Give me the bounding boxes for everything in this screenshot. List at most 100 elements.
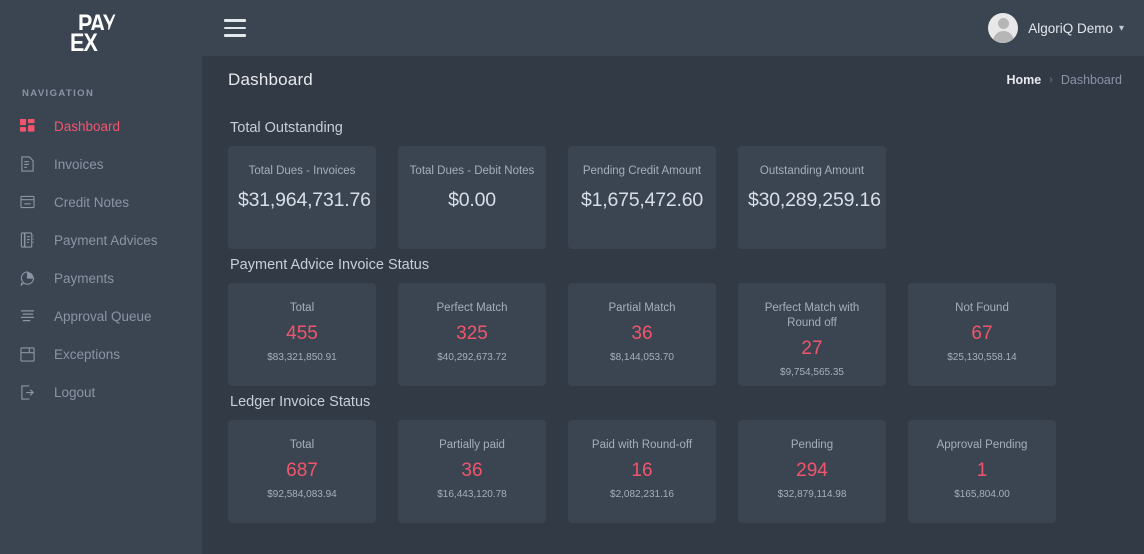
sidebar-item-label: Invoices xyxy=(54,157,104,172)
section-payment-advice-invoice-status: Payment Advice Invoice StatusTotal455$83… xyxy=(228,257,1122,386)
user-name: AlgoriQ Demo xyxy=(1028,21,1113,36)
stat-card-label: Not Found xyxy=(918,301,1046,316)
sidebar-item-credit-notes[interactable]: Credit Notes xyxy=(0,183,202,221)
stat-card-label: Pending xyxy=(748,438,876,453)
stat-card-label: Approval Pending xyxy=(918,438,1046,453)
section-title: Total Outstanding xyxy=(230,120,1122,136)
sidebar-item-payments[interactable]: Payments xyxy=(0,259,202,297)
stat-card-count: 36 xyxy=(578,323,706,345)
approval-queue-icon xyxy=(20,307,42,325)
sidebar-item-payment-advices[interactable]: Payment Advices xyxy=(0,221,202,259)
sidebar: PAY EX NAVIGATION Dashboard Invoices Credi… xyxy=(0,0,202,554)
stat-card-amount: $1,675,472.60 xyxy=(578,189,706,212)
sidebar-item-approval-queue[interactable]: Approval Queue xyxy=(0,297,202,335)
stat-card-count: 294 xyxy=(748,460,876,482)
sidebar-item-invoices[interactable]: Invoices xyxy=(0,145,202,183)
sidebar-item-label: Credit Notes xyxy=(54,195,129,210)
stat-card-label: Perfect Match with Round off xyxy=(748,301,876,331)
stat-card[interactable]: Perfect Match with Round off 27 $9,754,565… xyxy=(738,283,886,386)
stat-card-amount: $16,443,120.78 xyxy=(408,489,536,500)
stat-card-label: Outstanding Amount xyxy=(748,164,876,179)
sidebar-item-label: Exceptions xyxy=(54,347,120,362)
chevron-down-icon: ▾ xyxy=(1119,23,1124,34)
stat-card[interactable]: Total455$83,321,850.91 xyxy=(228,283,376,386)
stat-card-amount: $31,964,731.76 xyxy=(238,189,366,212)
stat-card-amount: $165,804.00 xyxy=(918,489,1046,500)
stat-card-amount: $25,130,558.14 xyxy=(918,352,1046,363)
stat-card-count: 16 xyxy=(578,460,706,482)
card-row: Total455$83,321,850.91Perfect Match325$4… xyxy=(228,283,1122,386)
card-row: Total 687 $92,584,083.94 Partially paid 36 $1… xyxy=(228,420,1122,523)
card-row: Total Dues - Invoices$31,964,731.76Total… xyxy=(228,146,1122,249)
stat-card[interactable]: Perfect Match 325 $40,292,673.72 xyxy=(398,283,546,386)
stat-card-count: 325 xyxy=(408,323,536,345)
breadcrumb-separator-icon: › xyxy=(1049,74,1053,86)
nav-heading: NAVIGATION xyxy=(0,70,202,107)
section-total-outstanding: Total Outstanding Total Dues - Invoices $3… xyxy=(228,120,1122,249)
breadcrumb-home[interactable]: Home xyxy=(1006,73,1041,87)
sidebar-nav-list: Dashboard Invoices Credit Notes Payment Adv… xyxy=(0,107,202,411)
section-title: Payment Advice Invoice Status xyxy=(230,257,1122,273)
invoice-icon xyxy=(20,155,42,173)
stat-card-amount: $32,879,114.98 xyxy=(748,489,876,500)
stat-card-amount: $2,082,231.16 xyxy=(578,489,706,500)
hamburger-bar xyxy=(224,27,246,30)
stat-card[interactable]: Total Dues - Debit Notes $0.00 xyxy=(398,146,546,249)
grid-icon xyxy=(20,117,42,135)
stat-card-label: Pending Credit Amount xyxy=(578,164,706,179)
section-ledger-invoice-status: Ledger Invoice Status Total 687 $92,584,083… xyxy=(228,394,1122,523)
sidebar-item-dashboard[interactable]: Dashboard xyxy=(0,107,202,145)
stat-card-count: 27 xyxy=(748,338,876,360)
sidebar-item-label: Payment Advices xyxy=(54,233,158,248)
payments-icon xyxy=(20,269,42,287)
payex-logo: PAY EX xyxy=(70,10,132,60)
dashboard-content: Total Outstanding Total Dues - Invoices $3… xyxy=(202,104,1144,523)
stat-card-count: 67 xyxy=(918,323,1046,345)
user-menu[interactable]: AlgoriQ Demo ▾ xyxy=(988,13,1124,43)
stat-card-label: Partially paid xyxy=(408,438,536,453)
logout-icon xyxy=(20,383,42,401)
sidebar-item-logout[interactable]: Logout xyxy=(0,373,202,411)
topbar: AlgoriQ Demo ▾ xyxy=(202,0,1144,56)
stat-card-amount: $9,754,565.35 xyxy=(748,367,876,378)
breadcrumb: Home › Dashboard xyxy=(1006,73,1122,87)
stat-card[interactable]: Paid with Round-off16$2,082,231.16 xyxy=(568,420,716,523)
sidebar-item-label: Approval Queue xyxy=(54,309,152,324)
hamburger-icon[interactable] xyxy=(218,15,248,41)
stat-card-amount: $0.00 xyxy=(408,189,536,212)
brand-logo[interactable]: PAY EX xyxy=(0,0,202,70)
sidebar-item-label: Payments xyxy=(54,271,114,286)
stat-card-count: 455 xyxy=(238,323,366,345)
stat-card[interactable]: Total Dues - Invoices $31,964,731.76 xyxy=(228,146,376,249)
stat-card-count: 36 xyxy=(408,460,536,482)
stat-card-amount: $8,144,053.70 xyxy=(578,352,706,363)
stat-card-label: Total Dues - Invoices xyxy=(238,164,366,179)
stat-card[interactable]: Total 687 $92,584,083.94 xyxy=(228,420,376,523)
page-title: Dashboard xyxy=(228,70,313,90)
stat-card-amount: $92,584,083.94 xyxy=(238,489,366,500)
payment-advice-icon xyxy=(20,231,42,249)
stat-card-amount: $40,292,673.72 xyxy=(408,352,536,363)
main-area: AlgoriQ Demo ▾ Dashboard Home › Dashboar… xyxy=(202,0,1144,554)
sidebar-item-label: Logout xyxy=(54,385,95,400)
stat-card[interactable]: Partial Match36$8,144,053.70 xyxy=(568,283,716,386)
sidebar-item-exceptions[interactable]: Exceptions xyxy=(0,335,202,373)
logo-divider xyxy=(74,30,128,33)
page-header: Dashboard Home › Dashboard xyxy=(202,56,1144,104)
logo-line-2: EX xyxy=(70,31,97,55)
stat-card[interactable]: Pending 294 $32,879,114.98 xyxy=(738,420,886,523)
breadcrumb-current: Dashboard xyxy=(1061,73,1122,87)
section-title: Ledger Invoice Status xyxy=(230,394,1122,410)
exceptions-icon xyxy=(20,345,42,363)
stat-card[interactable]: Outstanding Amount$30,289,259.16 xyxy=(738,146,886,249)
stat-card[interactable]: Approval Pending 1 $165,804.00 xyxy=(908,420,1056,523)
stat-card-label: Total xyxy=(238,438,366,453)
stat-card-amount: $83,321,850.91 xyxy=(238,352,366,363)
stat-card-label: Perfect Match xyxy=(408,301,536,316)
stat-card-count: 1 xyxy=(918,460,1046,482)
stat-card[interactable]: Not Found 67 $25,130,558.14 xyxy=(908,283,1056,386)
stat-card[interactable]: Partially paid 36 $16,443,120.78 xyxy=(398,420,546,523)
stat-card-count: 687 xyxy=(238,460,366,482)
stat-card[interactable]: Pending Credit Amount $1,675,472.60 xyxy=(568,146,716,249)
stat-card-label: Total Dues - Debit Notes xyxy=(408,164,536,179)
